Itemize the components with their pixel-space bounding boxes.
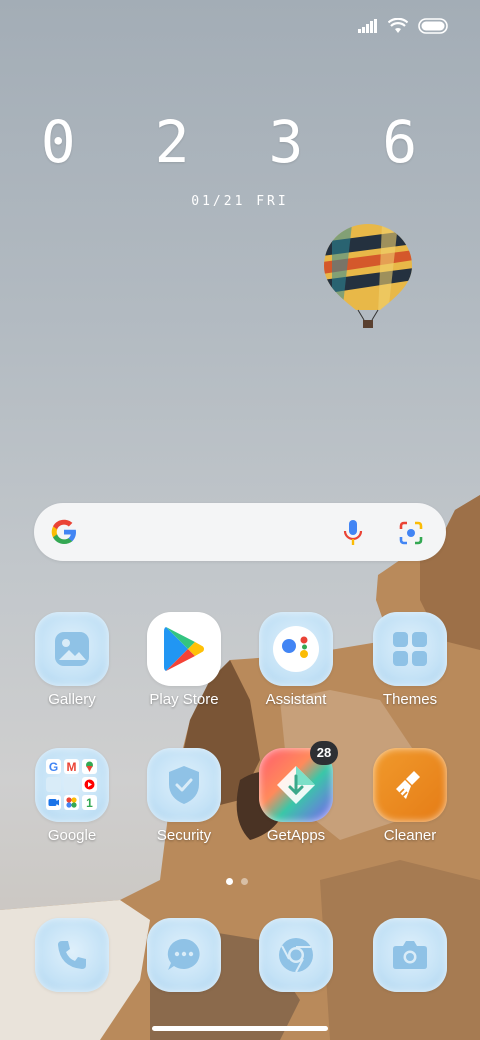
app-assistant[interactable]: Assistant <box>246 612 346 708</box>
chrome-icon <box>259 918 333 992</box>
app-google-folder[interactable]: G M 1 Google <box>22 748 122 844</box>
app-label: Gallery <box>48 691 96 708</box>
google-search-bar[interactable] <box>34 503 446 561</box>
cleaner-icon <box>373 748 447 822</box>
dock-camera[interactable] <box>360 918 460 992</box>
gallery-icon <box>35 612 109 686</box>
page-dot <box>241 878 248 885</box>
lens-icon[interactable] <box>398 520 424 546</box>
lockscreen-clock: 0 2 3 6 <box>40 108 440 176</box>
signal-icon <box>358 19 377 33</box>
app-label: Cleaner <box>383 827 437 844</box>
app-label: Themes <box>382 691 438 708</box>
app-getapps[interactable]: 28 GetApps <box>246 741 346 844</box>
themes-icon <box>373 612 447 686</box>
app-cleaner[interactable]: Cleaner <box>360 748 460 844</box>
wifi-icon <box>388 18 408 33</box>
dock-phone[interactable] <box>22 918 122 992</box>
phone-icon <box>35 918 109 992</box>
date-label: 01/21 FRI <box>191 194 289 209</box>
messages-icon <box>147 918 221 992</box>
dock-messages[interactable] <box>134 918 234 992</box>
svg-text:M: M <box>67 760 77 774</box>
battery-icon <box>418 18 448 34</box>
assistant-icon <box>259 612 333 686</box>
google-folder-icon: G M 1 <box>35 748 109 822</box>
notification-badge: 28 <box>310 741 338 765</box>
getapps-icon: 28 <box>259 741 338 822</box>
camera-icon <box>373 918 447 992</box>
gesture-home-bar[interactable] <box>152 1026 328 1031</box>
svg-text:G: G <box>49 760 58 774</box>
dock-chrome[interactable] <box>246 918 346 992</box>
mic-icon[interactable] <box>342 519 364 547</box>
app-label: Assistant <box>265 691 327 708</box>
hot-air-balloon-image <box>324 224 412 328</box>
app-label: GetApps <box>266 827 326 844</box>
app-security[interactable]: Security <box>134 748 234 844</box>
page-dot-active <box>226 878 233 885</box>
app-label: Security <box>156 827 212 844</box>
app-play-store[interactable]: Play Store <box>134 612 234 708</box>
app-label: Google <box>47 827 97 844</box>
status-bar <box>358 18 450 34</box>
play-store-icon <box>147 612 221 686</box>
google-logo-icon <box>51 519 76 544</box>
app-themes[interactable]: Themes <box>360 612 460 708</box>
app-gallery[interactable]: Gallery <box>22 612 122 708</box>
app-label: Play Store <box>149 691 219 708</box>
page-indicator <box>226 878 248 885</box>
svg-text:1: 1 <box>86 796 93 810</box>
security-icon <box>147 748 221 822</box>
